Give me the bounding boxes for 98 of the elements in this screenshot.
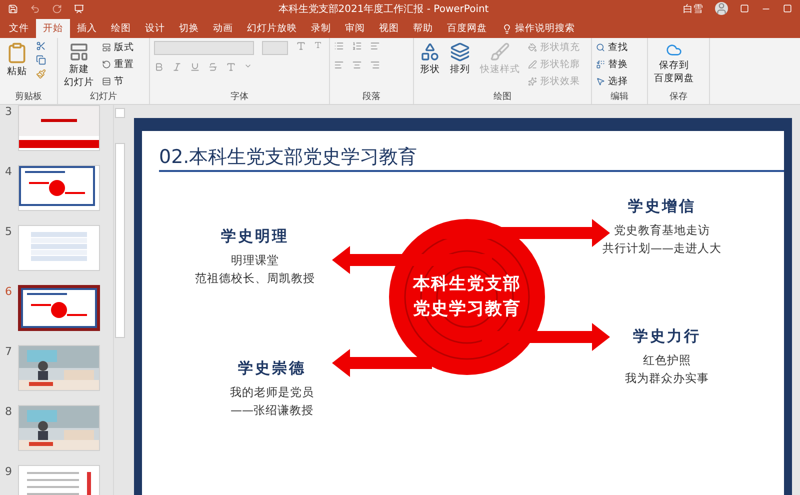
slide-heading: 02.本科生党支部党史学习教育	[159, 145, 418, 170]
new-slide-button[interactable]: 新建 幻灯片	[62, 41, 96, 89]
ribbon-display-icon[interactable]	[740, 4, 749, 13]
pen-icon	[528, 60, 537, 69]
group-label: 段落	[362, 90, 382, 103]
layout-icon	[102, 43, 111, 52]
center-title: 本科生党支部	[413, 273, 521, 296]
redo-icon[interactable]	[52, 4, 62, 14]
layers-icon	[450, 42, 470, 62]
caret-icon[interactable]	[244, 62, 252, 70]
strikethrough-icon[interactable]	[208, 62, 218, 72]
ribbon-tab[interactable]: 录制	[304, 19, 338, 38]
ribbon-tab[interactable]: 切换	[172, 19, 206, 38]
presentation-icon[interactable]	[74, 4, 84, 14]
sparkles-icon	[528, 77, 537, 86]
topic-title: 学史崇德	[238, 359, 306, 378]
align-right-icon[interactable]	[370, 60, 380, 70]
topic-title: 学史增信	[628, 197, 696, 216]
topic-text: 共行计划——走进人大	[602, 241, 722, 256]
paste-button[interactable]: 粘贴	[4, 41, 30, 78]
slide-number: 5	[4, 225, 12, 238]
editing-button[interactable]: 查找	[596, 41, 628, 54]
numbering-icon[interactable]	[352, 41, 362, 51]
shapes-icon	[420, 42, 440, 62]
tell-me-search[interactable]: 操作说明搜索	[502, 19, 575, 38]
ribbon-tab[interactable]: 百度网盘	[440, 19, 494, 38]
group-label: 保存	[668, 90, 688, 103]
scroll-up-button[interactable]	[114, 108, 124, 118]
section-icon	[102, 77, 111, 86]
topic-title: 学史明理	[221, 227, 289, 246]
topic-text: 我的老师是党员	[230, 385, 314, 400]
ribbon-tab[interactable]: 插入	[70, 19, 104, 38]
align-left-icon[interactable]	[334, 60, 344, 70]
slide-number: 8	[4, 405, 12, 418]
window-title: 本科生党支部2021年度工作汇报 - PowerPoint	[277, 2, 490, 16]
search-icon	[596, 43, 605, 52]
ribbon-tab[interactable]: 设计	[138, 19, 172, 38]
lightbulb-icon	[502, 24, 512, 34]
replace-icon	[596, 60, 605, 69]
align-center-icon[interactable]	[352, 60, 362, 70]
group-label: 编辑	[610, 90, 630, 103]
slide-layout-icon	[69, 42, 89, 62]
cut-icon[interactable]	[36, 41, 46, 51]
cloud-icon	[666, 42, 682, 58]
topic-text: 红色护照	[643, 353, 691, 368]
ribbon-tab[interactable]: 绘图	[104, 19, 138, 38]
bullets-icon[interactable]	[334, 41, 344, 51]
restore-icon[interactable]	[783, 4, 792, 13]
bold-icon[interactable]	[154, 62, 164, 72]
slide-option-button[interactable]: 重置	[102, 58, 134, 71]
topic-text: 我为群众办实事	[625, 371, 709, 386]
underline-icon[interactable]	[190, 62, 200, 72]
indent-icon[interactable]	[370, 41, 380, 51]
center-title: 党史学习教育	[413, 298, 521, 321]
save-icon[interactable]	[8, 4, 18, 14]
save-to-cloud-button[interactable]: 保存到 百度网盘	[652, 41, 696, 85]
editing-button[interactable]: 选择	[596, 75, 628, 88]
drawing-button[interactable]: 形状	[418, 41, 442, 76]
ribbon-tab[interactable]: 审阅	[338, 19, 372, 38]
ribbon-tab[interactable]: 开始	[36, 19, 70, 38]
scroll-thumb[interactable]	[114, 143, 124, 338]
group-label: 剪贴板	[14, 90, 43, 103]
pointer-icon	[596, 77, 605, 86]
font-name-field[interactable]	[154, 41, 254, 55]
slide-option-button[interactable]: 版式	[102, 41, 134, 54]
reset-icon	[102, 60, 111, 69]
group-label: 字体	[230, 90, 250, 103]
undo-icon[interactable]	[30, 4, 40, 14]
slide-number: 4	[4, 165, 12, 178]
slide-number: 9	[4, 465, 12, 478]
editing-button[interactable]: 替换	[596, 58, 628, 71]
copy-icon[interactable]	[36, 55, 46, 65]
ribbon-tab[interactable]: 幻灯片放映	[240, 19, 304, 38]
brush-icon	[490, 42, 510, 62]
group-label: 绘图	[492, 90, 512, 103]
ribbon-tab[interactable]: 视图	[372, 19, 406, 38]
topic-text: 范祖德校长、周凯教授	[195, 271, 315, 286]
avatar-icon[interactable]	[715, 2, 728, 15]
topic-text: ——张绍谦教授	[230, 403, 314, 418]
slide-number: 7	[4, 345, 12, 358]
paint-bucket-icon	[528, 43, 537, 52]
slide-number: 6	[4, 285, 12, 298]
slide-number: 3	[4, 105, 12, 118]
ribbon-tab[interactable]: 动画	[206, 19, 240, 38]
italic-icon[interactable]	[172, 62, 182, 72]
topic-title: 学史力行	[633, 327, 701, 346]
font-size-field[interactable]	[262, 41, 288, 55]
ribbon-tab[interactable]: 文件	[2, 19, 36, 38]
topic-text: 党史教育基地走访	[614, 223, 710, 238]
scrollbar[interactable]	[113, 105, 125, 495]
user-name: 白雪	[683, 2, 703, 16]
format-painter-icon[interactable]	[36, 69, 46, 79]
group-label: 幻灯片	[89, 90, 118, 103]
clipboard-icon	[6, 42, 28, 64]
drawing-button[interactable]: 排列	[448, 41, 472, 76]
slide-option-button[interactable]: 节	[102, 75, 134, 88]
ribbon-tab[interactable]: 帮助	[406, 19, 440, 38]
topic-text: 明理课堂	[231, 253, 279, 268]
